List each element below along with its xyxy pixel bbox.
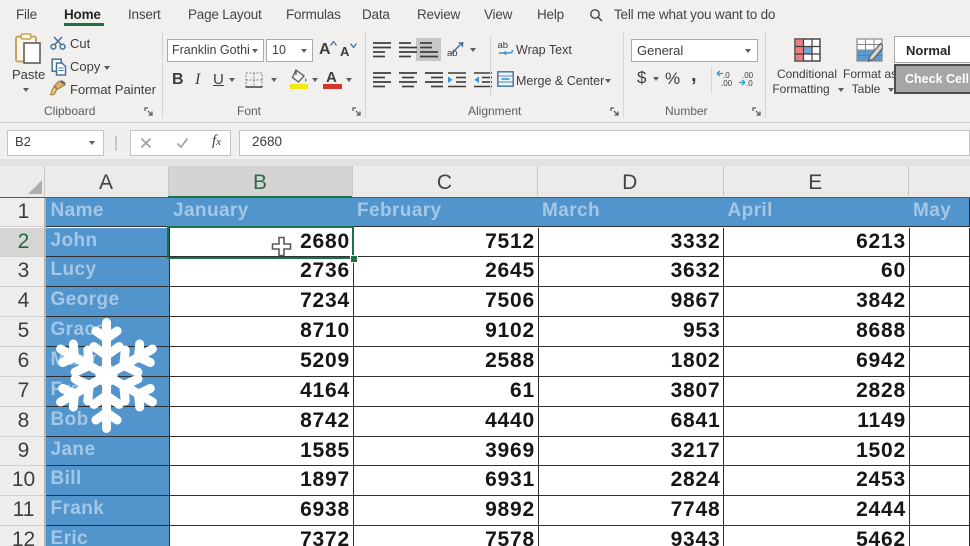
svg-text:ab: ab: [498, 40, 509, 51]
svg-text:.0: .0: [746, 79, 753, 87]
svg-text:.00: .00: [721, 79, 733, 87]
